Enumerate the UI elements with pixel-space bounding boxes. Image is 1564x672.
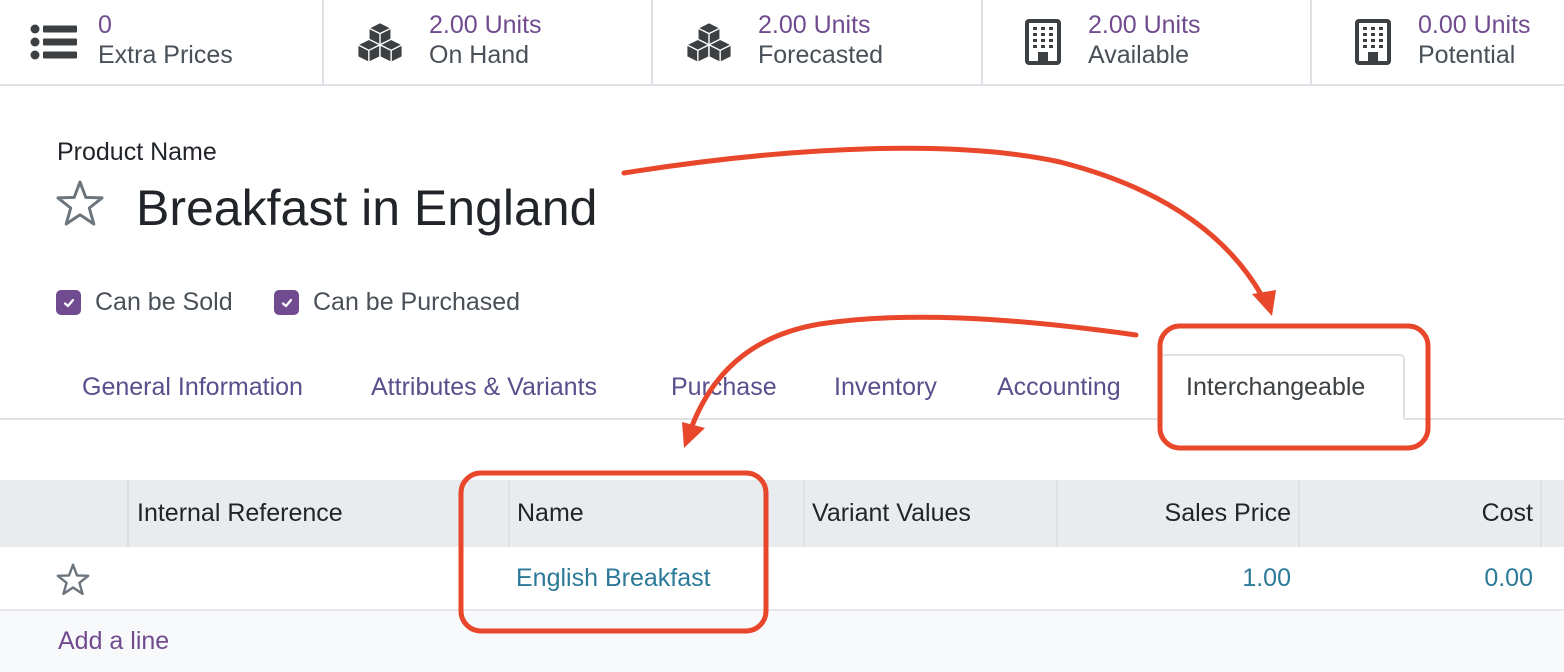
tab-general-information[interactable]: General Information	[82, 356, 303, 420]
checkbox-checked-icon	[274, 290, 299, 315]
tab-attributes-variants[interactable]: Attributes & Variants	[371, 356, 597, 420]
smart-button-label: On Hand	[429, 41, 530, 69]
smart-button-label: Extra Prices	[98, 41, 233, 69]
interchangeable-products-table: Internal Reference Name Variant Values S…	[0, 480, 1564, 672]
building-icon	[1017, 19, 1069, 65]
cell-name[interactable]: English Breakfast	[516, 547, 711, 609]
can-be-sold-checkbox[interactable]: Can be Sold	[56, 288, 233, 317]
column-header-name[interactable]: Name	[517, 480, 584, 547]
smart-button-potential[interactable]: 0.00 Units Potential	[1312, 0, 1564, 84]
notebook-tabs: General Information Attributes & Variant…	[0, 354, 1564, 420]
column-separator	[803, 480, 805, 547]
tab-inventory[interactable]: Inventory	[834, 356, 937, 420]
column-separator	[1540, 480, 1542, 547]
cubes-icon	[683, 20, 735, 64]
tab-interchangeable[interactable]: Interchangeable	[1160, 354, 1405, 420]
column-header-cost[interactable]: Cost	[1482, 480, 1533, 547]
smart-button-available[interactable]: 2.00 Units Available	[983, 0, 1312, 84]
annotation-arrow-to-tab	[621, 145, 1265, 299]
column-separator	[127, 480, 129, 547]
smart-button-bar: 0 Extra Prices 2.00 Units On Hand 2.00 U…	[0, 0, 1564, 86]
building-icon	[1347, 19, 1399, 65]
favorite-star-icon[interactable]	[54, 178, 106, 230]
cell-sales-price[interactable]: 1.00	[1242, 547, 1291, 609]
smart-button-label: Available	[1088, 41, 1190, 69]
list-icon	[28, 20, 80, 64]
smart-button-value: 0	[98, 11, 112, 39]
column-separator	[508, 480, 510, 547]
smart-button-on-hand[interactable]: 2.00 Units On Hand	[324, 0, 653, 84]
annotation-arrowhead-tab	[1252, 290, 1276, 316]
row-favorite-star-icon[interactable]	[55, 559, 91, 596]
can-be-purchased-checkbox[interactable]: Can be Purchased	[274, 288, 520, 317]
checkbox-label: Can be Sold	[95, 288, 233, 316]
tab-purchase[interactable]: Purchase	[671, 356, 777, 420]
column-header-internal-reference[interactable]: Internal Reference	[137, 480, 343, 547]
table-header: Internal Reference Name Variant Values S…	[0, 480, 1564, 547]
product-name-field[interactable]: Breakfast in England	[136, 176, 597, 240]
checkbox-label: Can be Purchased	[313, 288, 521, 316]
table-footer: Add a line	[0, 611, 1564, 672]
column-separator	[1298, 480, 1300, 547]
smart-button-forecasted[interactable]: 2.00 Units Forecasted	[653, 0, 983, 84]
column-separator	[1056, 480, 1058, 547]
cell-cost[interactable]: 0.00	[1484, 547, 1533, 609]
smart-button-value: 2.00 Units	[1088, 11, 1201, 39]
product-name-label: Product Name	[57, 138, 217, 166]
cubes-icon	[354, 20, 406, 64]
table-row[interactable]: English Breakfast 1.00 0.00	[0, 547, 1564, 611]
smart-button-value: 2.00 Units	[429, 11, 542, 39]
checkbox-checked-icon	[56, 290, 81, 315]
smart-button-extra-prices[interactable]: 0 Extra Prices	[0, 0, 324, 84]
column-header-variant-values[interactable]: Variant Values	[812, 480, 971, 547]
smart-button-label: Forecasted	[758, 41, 884, 69]
column-header-sales-price[interactable]: Sales Price	[1165, 480, 1291, 547]
annotation-arrowhead-name	[682, 422, 705, 448]
add-a-line-link[interactable]: Add a line	[58, 611, 169, 672]
smart-button-value: 2.00 Units	[758, 11, 871, 39]
smart-button-label: Potential	[1418, 41, 1516, 69]
tab-accounting[interactable]: Accounting	[997, 356, 1121, 420]
smart-button-value: 0.00 Units	[1418, 11, 1531, 39]
